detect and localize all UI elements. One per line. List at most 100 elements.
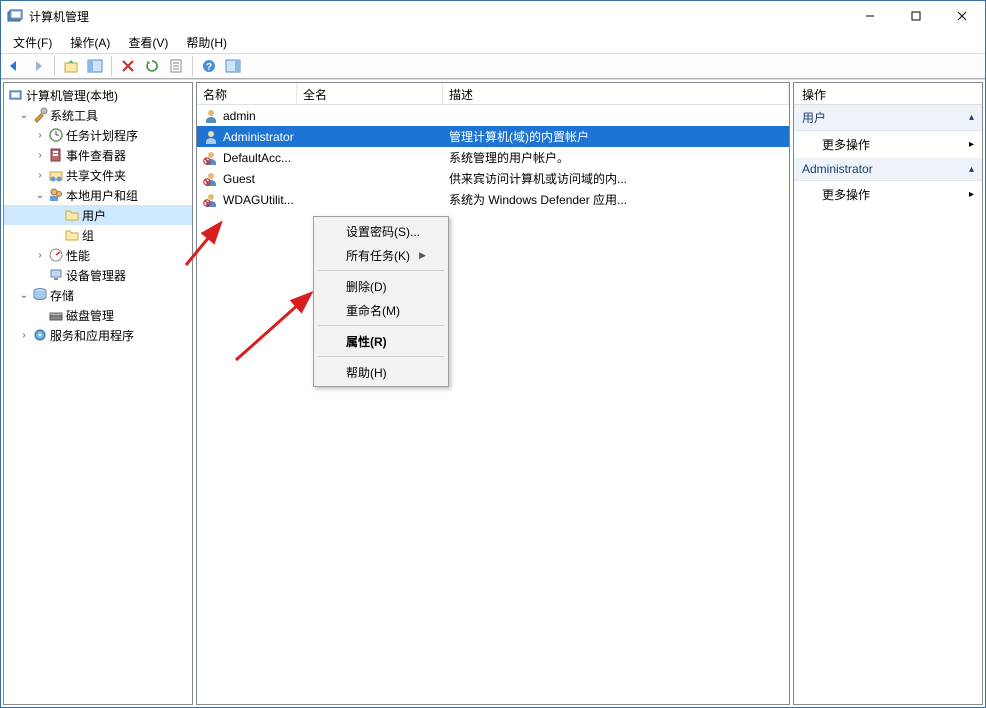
app-icon — [7, 8, 23, 24]
tree-services-apps[interactable]: › 服务和应用程序 — [4, 325, 192, 345]
list-row[interactable]: DefaultAcc... 系统管理的用户帐户。 — [197, 147, 789, 168]
ctx-help[interactable]: 帮助(H) — [316, 360, 446, 384]
list-row-selected[interactable]: Administrator 管理计算机(域)的内置帐户 — [197, 126, 789, 147]
expand-icon[interactable]: › — [34, 170, 46, 181]
submenu-icon: ▸ — [969, 189, 974, 200]
list-header: 名称 全名 描述 — [197, 83, 789, 105]
expand-icon[interactable]: › — [34, 130, 46, 141]
tree-root[interactable]: 计算机管理(本地) — [4, 85, 192, 105]
export-list-button[interactable] — [165, 55, 187, 77]
tree-local-users-groups[interactable]: ⌄ 本地用户和组 — [4, 185, 192, 205]
menu-action[interactable]: 操作(A) — [62, 32, 118, 53]
user-icon — [203, 129, 219, 145]
back-button[interactable] — [3, 55, 25, 77]
actions-header: 操作 — [794, 83, 982, 105]
menu-help[interactable]: 帮助(H) — [178, 32, 235, 53]
folder-icon — [64, 227, 80, 243]
list-row[interactable]: WDAGUtilit... 系统为 Windows Defender 应用... — [197, 189, 789, 210]
toolbar: ? — [1, 53, 985, 79]
toolbar-separator — [54, 56, 55, 76]
menu-bar: 文件(F) 操作(A) 查看(V) 帮助(H) — [1, 31, 985, 53]
event-viewer-icon — [48, 147, 64, 163]
ctx-rename[interactable]: 重命名(M) — [316, 298, 446, 322]
ctx-separator — [318, 356, 444, 357]
list-pane: 名称 全名 描述 admin Administrator 管理计算机(域)的内置… — [196, 82, 790, 705]
actions-group-administrator[interactable]: Administrator ▴ — [794, 158, 982, 181]
maximize-button[interactable] — [893, 1, 939, 31]
menu-view[interactable]: 查看(V) — [120, 32, 176, 53]
expand-icon[interactable]: › — [34, 150, 46, 161]
svg-text:?: ? — [206, 62, 212, 73]
close-button[interactable] — [939, 1, 985, 31]
submenu-icon: ▸ — [969, 139, 974, 150]
tree-event-viewer[interactable]: › 事件查看器 — [4, 145, 192, 165]
title-bar: 计算机管理 — [1, 1, 985, 31]
show-hide-tree-button[interactable] — [84, 55, 106, 77]
tree-disk-management[interactable]: 磁盘管理 — [4, 305, 192, 325]
context-menu: 设置密码(S)... 所有任务(K)▶ 删除(D) 重命名(M) 属性(R) 帮… — [313, 216, 449, 387]
show-hide-action-pane-button[interactable] — [222, 55, 244, 77]
help-button[interactable]: ? — [198, 55, 220, 77]
actions-pane: 操作 用户 ▴ 更多操作 ▸ Administrator ▴ 更多操作 ▸ — [793, 82, 983, 705]
ctx-properties[interactable]: 属性(R) — [316, 329, 446, 353]
ctx-all-tasks[interactable]: 所有任务(K)▶ — [316, 243, 446, 267]
window-title: 计算机管理 — [29, 8, 847, 25]
performance-icon — [48, 247, 64, 263]
tree-device-manager[interactable]: 设备管理器 — [4, 265, 192, 285]
refresh-button[interactable] — [141, 55, 163, 77]
list-row[interactable]: Guest 供来宾访问计算机或访问域的内... — [197, 168, 789, 189]
services-icon — [32, 327, 48, 343]
expand-icon[interactable]: ⌄ — [18, 110, 30, 121]
collapse-icon: ▴ — [969, 112, 974, 123]
tools-icon — [32, 107, 48, 123]
user-disabled-icon — [203, 150, 219, 166]
actions-more-users[interactable]: 更多操作 ▸ — [794, 131, 982, 158]
device-manager-icon — [48, 267, 64, 283]
window-controls — [847, 1, 985, 31]
toolbar-separator — [111, 56, 112, 76]
ctx-set-password[interactable]: 设置密码(S)... — [316, 219, 446, 243]
tree-task-scheduler[interactable]: › 任务计划程序 — [4, 125, 192, 145]
body-area: 计算机管理(本地) ⌄ 系统工具 › 任务计划程序 › 事件查看器 — [1, 79, 985, 707]
col-fullname[interactable]: 全名 — [297, 83, 443, 104]
ctx-delete[interactable]: 删除(D) — [316, 274, 446, 298]
ctx-separator — [318, 270, 444, 271]
clock-icon — [48, 127, 64, 143]
menu-file[interactable]: 文件(F) — [5, 32, 60, 53]
user-disabled-icon — [203, 171, 219, 187]
toolbar-separator — [192, 56, 193, 76]
storage-icon — [32, 287, 48, 303]
col-description[interactable]: 描述 — [443, 83, 789, 104]
up-button[interactable] — [60, 55, 82, 77]
delete-button[interactable] — [117, 55, 139, 77]
main-window: 计算机管理 文件(F) 操作(A) 查看(V) 帮助(H) ? — [0, 0, 986, 708]
actions-group-users[interactable]: 用户 ▴ — [794, 105, 982, 131]
tree-pane[interactable]: 计算机管理(本地) ⌄ 系统工具 › 任务计划程序 › 事件查看器 — [3, 82, 193, 705]
ctx-separator — [318, 325, 444, 326]
actions-more-admin[interactable]: 更多操作 ▸ — [794, 181, 982, 208]
expand-icon[interactable]: › — [18, 330, 30, 341]
list-row[interactable]: admin — [197, 105, 789, 126]
forward-button[interactable] — [27, 55, 49, 77]
tree-groups[interactable]: 组 — [4, 225, 192, 245]
user-disabled-icon — [203, 192, 219, 208]
shared-folders-icon — [48, 167, 64, 183]
user-icon — [203, 108, 219, 124]
nav-tree: 计算机管理(本地) ⌄ 系统工具 › 任务计划程序 › 事件查看器 — [4, 83, 192, 347]
list-body[interactable]: admin Administrator 管理计算机(域)的内置帐户 Defaul… — [197, 105, 789, 704]
col-name[interactable]: 名称 — [197, 83, 297, 104]
computer-mgmt-icon — [8, 87, 24, 103]
collapse-icon: ▴ — [969, 164, 974, 175]
disk-icon — [48, 307, 64, 323]
tree-system-tools[interactable]: ⌄ 系统工具 — [4, 105, 192, 125]
minimize-button[interactable] — [847, 1, 893, 31]
tree-performance[interactable]: › 性能 — [4, 245, 192, 265]
tree-shared-folders[interactable]: › 共享文件夹 — [4, 165, 192, 185]
tree-users[interactable]: 用户 — [4, 205, 192, 225]
expand-icon[interactable]: ⌄ — [34, 190, 46, 201]
expand-icon[interactable]: › — [34, 250, 46, 261]
tree-storage[interactable]: ⌄ 存储 — [4, 285, 192, 305]
folder-icon — [64, 207, 80, 223]
expand-icon[interactable]: ⌄ — [18, 290, 30, 301]
users-groups-icon — [48, 187, 64, 203]
